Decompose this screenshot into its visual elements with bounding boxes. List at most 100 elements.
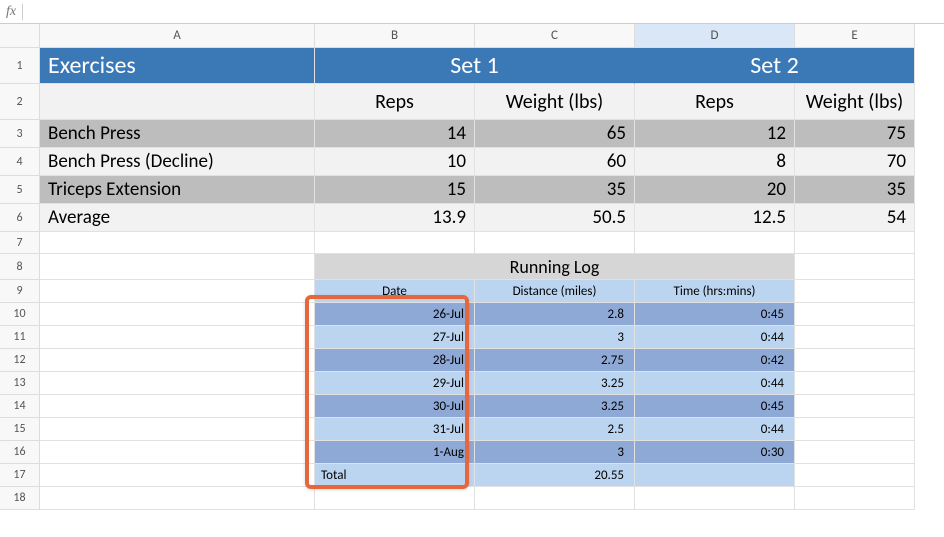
row-header-11[interactable]: 11 — [0, 326, 40, 349]
cell-a18[interactable] — [40, 487, 315, 510]
row-header-2[interactable]: 2 — [0, 84, 40, 120]
cell-e10[interactable] — [795, 303, 915, 326]
rl-total-label[interactable]: Total — [315, 464, 475, 487]
rl-hdr-dist[interactable]: Distance (miles) — [475, 280, 635, 303]
avg-s1w[interactable]: 50.5 — [475, 204, 635, 232]
row-header-5[interactable]: 5 — [0, 176, 40, 204]
cell-e17[interactable] — [795, 464, 915, 487]
title-set2[interactable]: Set 2 — [635, 48, 915, 84]
cell-a8[interactable] — [40, 254, 315, 280]
cell-e15[interactable] — [795, 418, 915, 441]
sub-s1-reps[interactable]: Reps — [315, 84, 475, 120]
row-header-7[interactable]: 7 — [0, 232, 40, 254]
rl-dist-0[interactable]: 2.8 — [475, 303, 635, 326]
sub-s1-weight[interactable]: Weight (lbs) — [475, 84, 635, 120]
row-header-10[interactable]: 10 — [0, 303, 40, 326]
cell-e7[interactable] — [795, 232, 915, 254]
rl-time-5[interactable]: 0:44 — [635, 418, 795, 441]
rl-date-3[interactable]: 29-Jul — [315, 372, 475, 395]
row-header-18[interactable]: 18 — [0, 487, 40, 510]
ex3-name[interactable]: Triceps Extension — [40, 176, 315, 204]
sub-s2-weight[interactable]: Weight (lbs) — [795, 84, 915, 120]
row-header-4[interactable]: 4 — [0, 148, 40, 176]
col-header-a[interactable]: A — [40, 24, 315, 48]
ex2-s1w[interactable]: 60 — [475, 148, 635, 176]
rl-time-1[interactable]: 0:44 — [635, 326, 795, 349]
cell-a10[interactable] — [40, 303, 315, 326]
cell-d7[interactable] — [635, 232, 795, 254]
ex1-s2r[interactable]: 12 — [635, 120, 795, 148]
cell-e14[interactable] — [795, 395, 915, 418]
ex2-s2w[interactable]: 70 — [795, 148, 915, 176]
cell-a13[interactable] — [40, 372, 315, 395]
cell-a15[interactable] — [40, 418, 315, 441]
col-header-e[interactable]: E — [795, 24, 915, 48]
rl-date-4[interactable]: 30-Jul — [315, 395, 475, 418]
cell-e13[interactable] — [795, 372, 915, 395]
row-header-1[interactable]: 1 — [0, 48, 40, 84]
cell-a9[interactable] — [40, 280, 315, 303]
rl-hdr-time[interactable]: Time (hrs:mins) — [635, 280, 795, 303]
formula-input[interactable] — [29, 0, 944, 23]
rl-hdr-date[interactable]: Date — [315, 280, 475, 303]
ex3-s2w[interactable]: 35 — [795, 176, 915, 204]
rl-date-2[interactable]: 28-Jul — [315, 349, 475, 372]
ex3-s2r[interactable]: 20 — [635, 176, 795, 204]
rl-time-2[interactable]: 0:42 — [635, 349, 795, 372]
cell-a12[interactable] — [40, 349, 315, 372]
cell-e9[interactable] — [795, 280, 915, 303]
sub-s2-reps[interactable]: Reps — [635, 84, 795, 120]
avg-s2r[interactable]: 12.5 — [635, 204, 795, 232]
row-header-15[interactable]: 15 — [0, 418, 40, 441]
rl-dist-3[interactable]: 3.25 — [475, 372, 635, 395]
cell-a7[interactable] — [40, 232, 315, 254]
ex1-s1r[interactable]: 14 — [315, 120, 475, 148]
ex3-s1r[interactable]: 15 — [315, 176, 475, 204]
ex1-s2w[interactable]: 75 — [795, 120, 915, 148]
row-header-17[interactable]: 17 — [0, 464, 40, 487]
cell-a16[interactable] — [40, 441, 315, 464]
col-header-b[interactable]: B — [315, 24, 475, 48]
corner-cell[interactable] — [0, 24, 40, 48]
ex3-s1w[interactable]: 35 — [475, 176, 635, 204]
col-header-d[interactable]: D — [635, 24, 795, 48]
rl-time-3[interactable]: 0:44 — [635, 372, 795, 395]
row-header-12[interactable]: 12 — [0, 349, 40, 372]
ex2-name[interactable]: Bench Press (Decline) — [40, 148, 315, 176]
rl-date-5[interactable]: 31-Jul — [315, 418, 475, 441]
cell-a17[interactable] — [40, 464, 315, 487]
ex2-s2r[interactable]: 8 — [635, 148, 795, 176]
rl-date-0[interactable]: 26-Jul — [315, 303, 475, 326]
spreadsheet-grid[interactable]: A B C D E 1 Exercises Set 1 Set 2 2 Reps… — [0, 24, 944, 510]
row-header-16[interactable]: 16 — [0, 441, 40, 464]
rl-time-4[interactable]: 0:45 — [635, 395, 795, 418]
cell-c18[interactable] — [475, 487, 635, 510]
title-set1[interactable]: Set 1 — [315, 48, 635, 84]
row-header-14[interactable]: 14 — [0, 395, 40, 418]
cell-e16[interactable] — [795, 441, 915, 464]
cell-c7[interactable] — [475, 232, 635, 254]
running-log-title[interactable]: Running Log — [315, 254, 795, 280]
cell-e8[interactable] — [795, 254, 915, 280]
cell-e11[interactable] — [795, 326, 915, 349]
rl-dist-6[interactable]: 3 — [475, 441, 635, 464]
cell-b7[interactable] — [315, 232, 475, 254]
sub-empty[interactable] — [40, 84, 315, 120]
avg-s2w[interactable]: 54 — [795, 204, 915, 232]
row-header-6[interactable]: 6 — [0, 204, 40, 232]
cell-e18[interactable] — [795, 487, 915, 510]
avg-s1r[interactable]: 13.9 — [315, 204, 475, 232]
rl-time-0[interactable]: 0:45 — [635, 303, 795, 326]
ex2-s1r[interactable]: 10 — [315, 148, 475, 176]
title-exercises[interactable]: Exercises — [40, 48, 315, 84]
rl-total-dist[interactable]: 20.55 — [475, 464, 635, 487]
cell-a14[interactable] — [40, 395, 315, 418]
rl-dist-5[interactable]: 2.5 — [475, 418, 635, 441]
col-header-c[interactable]: C — [475, 24, 635, 48]
avg-label[interactable]: Average — [40, 204, 315, 232]
row-header-3[interactable]: 3 — [0, 120, 40, 148]
row-header-8[interactable]: 8 — [0, 254, 40, 280]
rl-time-6[interactable]: 0:30 — [635, 441, 795, 464]
rl-dist-4[interactable]: 3.25 — [475, 395, 635, 418]
cell-d18[interactable] — [635, 487, 795, 510]
